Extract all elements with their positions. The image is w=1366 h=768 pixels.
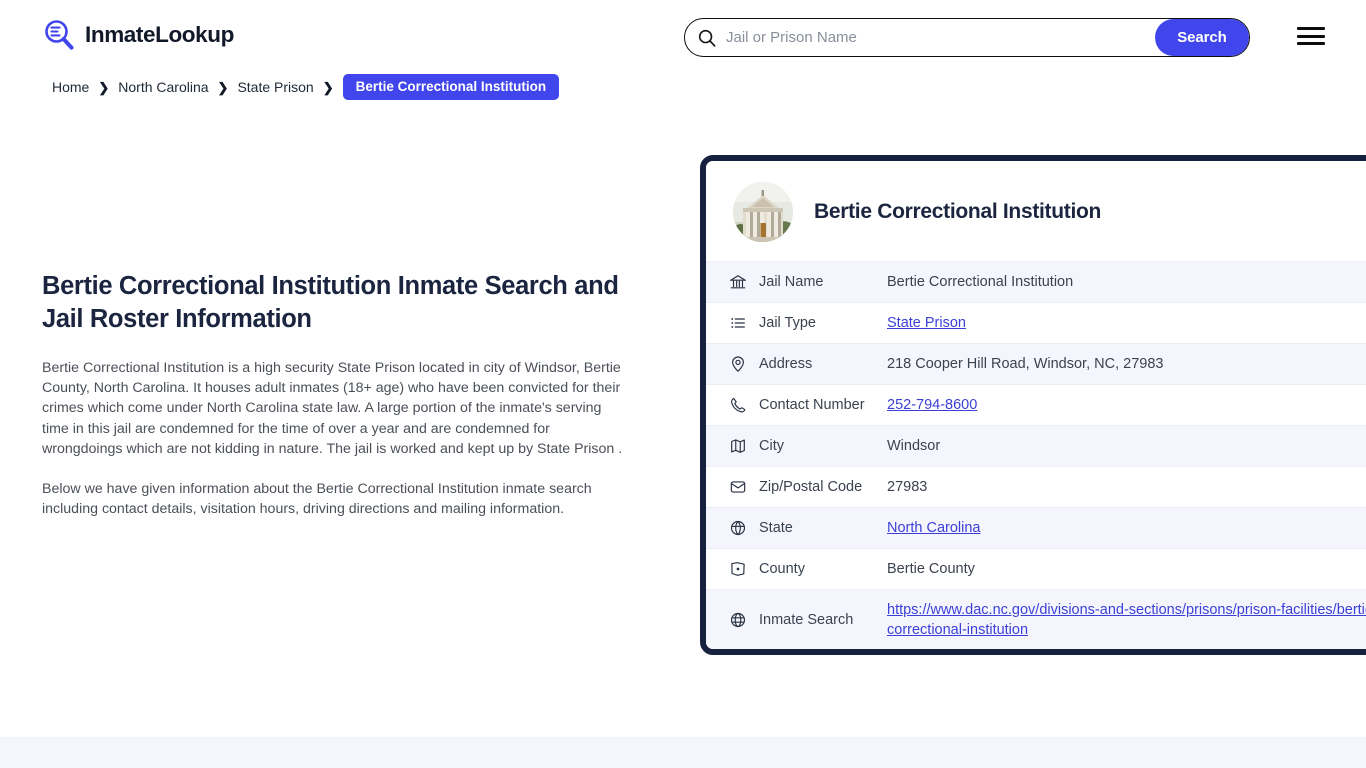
- globe-icon: [728, 519, 747, 538]
- breadcrumb-item-home[interactable]: Home: [52, 79, 89, 95]
- site-logo[interactable]: InmateLookup: [42, 18, 234, 52]
- breadcrumb-item-state[interactable]: North Carolina: [118, 79, 208, 95]
- web-globe-icon: [728, 610, 747, 629]
- map-pin-icon: [728, 355, 747, 374]
- info-row-jail-name: Jail Name Bertie Correctional Institutio…: [706, 261, 1366, 302]
- magnifier-list-icon: [42, 18, 76, 52]
- info-value: 218 Cooper Hill Road, Windsor, NC, 27983: [887, 356, 1164, 372]
- page-title: Bertie Correctional Institution Inmate S…: [42, 272, 619, 333]
- facility-info-card: Bertie Correctional Institution Jail Nam…: [700, 155, 1366, 655]
- info-value-link[interactable]: 252-794-8600: [887, 397, 1366, 413]
- info-value-link[interactable]: North Carolina: [887, 520, 1366, 536]
- info-label: City: [759, 438, 784, 454]
- hamburger-line: [1297, 34, 1325, 38]
- article-column: Bertie Correctional Institution Inmate S…: [42, 270, 642, 519]
- chevron-right-icon: ❯: [98, 79, 110, 95]
- info-label: State: [759, 520, 793, 536]
- info-value-link[interactable]: State Prison: [887, 315, 1366, 331]
- info-row-address: Address 218 Cooper Hill Road, Windsor, N…: [706, 343, 1366, 384]
- bank-icon: [728, 273, 747, 292]
- info-value: Bertie County: [887, 561, 975, 577]
- intro-paragraph-1: Bertie Correctional Institution is a hig…: [42, 360, 623, 457]
- info-label: Zip/Postal Code: [759, 479, 863, 495]
- info-row-state: State North Carolina: [706, 507, 1366, 548]
- county-map-icon: [728, 560, 747, 579]
- hamburger-line: [1297, 27, 1325, 30]
- info-label: Inmate Search: [759, 611, 854, 628]
- info-value: Bertie Correctional Institution: [887, 274, 1074, 290]
- map-icon: [728, 437, 747, 456]
- facility-card-header: Bertie Correctional Institution: [706, 161, 1366, 261]
- search-bar[interactable]: Search: [684, 18, 1250, 57]
- info-label: Jail Type: [759, 315, 816, 331]
- intro-paragraph-2: Below we have given information about th…: [42, 481, 592, 518]
- facility-card-title: Bertie Correctional Institution: [814, 200, 1102, 223]
- breadcrumb-item-jail-type[interactable]: State Prison: [237, 79, 313, 95]
- breadcrumb-item-current: Bertie Correctional Institution: [342, 74, 560, 100]
- info-value: 27983: [887, 479, 928, 495]
- info-row-jail-type: Jail Type State Prison: [706, 302, 1366, 343]
- courthouse-building-photo: [733, 182, 793, 242]
- phone-icon: [728, 396, 747, 415]
- logo-text: InmateLookup: [85, 21, 234, 47]
- info-row-county: County Bertie County: [706, 548, 1366, 589]
- info-label: County: [759, 561, 805, 577]
- info-label: Address: [759, 356, 813, 372]
- info-row-inmate-search: Inmate Search https://www.dac.nc.gov/div…: [706, 589, 1366, 649]
- search-button[interactable]: Search: [1155, 19, 1249, 56]
- search-input[interactable]: [716, 19, 1155, 56]
- info-row-zip-code: Zip/Postal Code 27983: [706, 466, 1366, 507]
- info-value-link[interactable]: https://www.dac.nc.gov/divisions-and-sec…: [887, 600, 1366, 640]
- hamburger-line: [1297, 42, 1325, 45]
- info-row-contact-number: Contact Number 252-794-8600: [706, 384, 1366, 425]
- breadcrumb: Home ❯ North Carolina ❯ State Prison ❯ B…: [52, 74, 560, 100]
- info-value: Windsor: [887, 438, 941, 454]
- hamburger-menu-icon[interactable]: [1297, 25, 1325, 47]
- info-label: Jail Name: [759, 274, 824, 290]
- footer-band: [0, 737, 1366, 768]
- info-row-city: City Windsor: [706, 425, 1366, 466]
- chevron-right-icon: ❯: [217, 79, 229, 95]
- envelope-icon: [728, 478, 747, 497]
- list-icon: [728, 314, 747, 333]
- search-icon: [698, 29, 716, 47]
- info-label: Contact Number: [759, 397, 865, 413]
- chevron-right-icon: ❯: [322, 79, 334, 95]
- site-header: InmateLookup Search: [0, 0, 1366, 74]
